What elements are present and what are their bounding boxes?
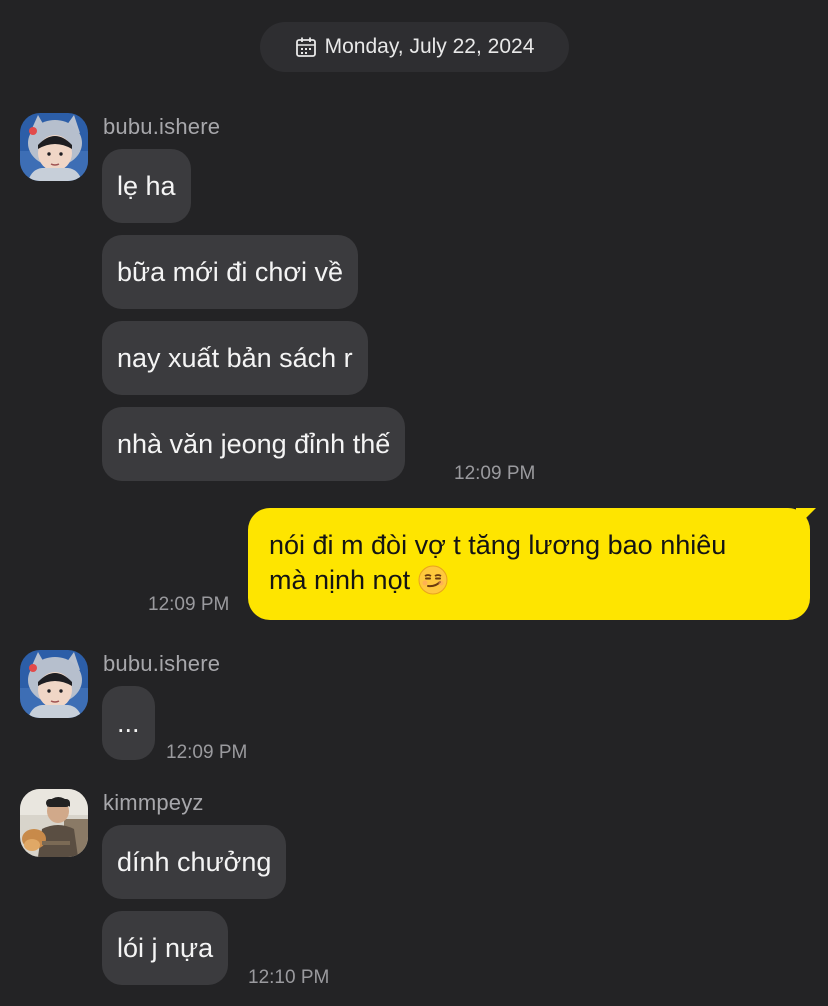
message-bubble[interactable]: lẹ ha — [102, 149, 191, 223]
sender-name: bubu.ishere — [103, 114, 221, 139]
message-time: 12:09 PM — [454, 463, 536, 484]
message-bubble[interactable]: ... — [102, 686, 155, 760]
bubble-tail — [796, 508, 816, 528]
message-bubble[interactable]: bữa mới đi chơi về — [102, 235, 359, 309]
avatar[interactable] — [20, 113, 88, 181]
date-label: Monday, July 22, 2024 — [324, 35, 535, 58]
avatar[interactable] — [20, 789, 88, 857]
message-time: 12:09 PM — [166, 742, 248, 763]
message-bubble[interactable]: nay xuất bản sách r — [102, 321, 368, 395]
message-bubble[interactable]: dính chưởng — [102, 825, 287, 899]
smirking-face-emoji — [418, 565, 448, 604]
message-text: bữa mới đi chơi về — [117, 256, 344, 287]
outgoing-message-bubble[interactable]: nói đi m đòi vợ t tăng lương bao nhiêu m… — [248, 508, 810, 620]
sender-name: kimmpeyz — [103, 790, 204, 815]
message-text: dính chưởng — [117, 846, 272, 877]
avatar[interactable] — [20, 650, 88, 718]
message-bubble[interactable]: lói j nựa — [102, 911, 229, 985]
message-time: 12:10 PM — [248, 967, 330, 988]
message-text: nay xuất bản sách r — [117, 342, 353, 373]
date-divider: Monday, July 22, 2024 — [260, 22, 569, 72]
sender-name: bubu.ishere — [103, 651, 221, 676]
message-text: mà nịnh nọt — [269, 565, 411, 595]
message-text: nhà văn jeong đỉnh thế — [117, 428, 391, 459]
message-bubble[interactable]: nhà văn jeong đỉnh thế — [102, 407, 406, 481]
message-text: nói đi m đòi vợ t tăng lương bao nhiêu — [269, 530, 727, 560]
calendar-icon — [295, 36, 317, 58]
message-text: lẹ ha — [117, 170, 176, 201]
message-time: 12:09 PM — [148, 594, 230, 615]
message-text: lói j nựa — [117, 932, 214, 963]
message-text: ... — [117, 707, 140, 738]
